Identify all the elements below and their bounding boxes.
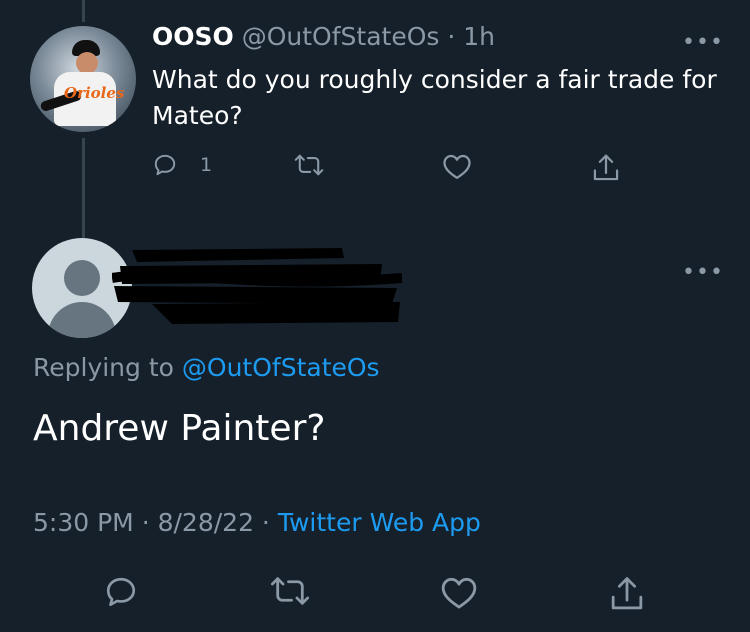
reply-button[interactable]	[103, 574, 139, 610]
separator: ·	[141, 508, 150, 537]
share-button[interactable]	[592, 152, 620, 184]
more-options-icon[interactable]: •••	[682, 30, 724, 55]
tweet-header: OOSO @OutOfStateOs · 1h	[152, 22, 495, 51]
handle[interactable]: @OutOfStateOs	[242, 22, 440, 51]
tweet-time[interactable]: 5:30 PM	[33, 508, 134, 537]
display-name[interactable]: OOSO	[152, 22, 234, 51]
heart-icon	[443, 154, 471, 179]
avatar-body-shape	[48, 302, 116, 338]
redaction-scribble	[112, 248, 402, 324]
tweet-text: Andrew Painter?	[33, 408, 326, 449]
avatar-head-shape	[64, 260, 100, 296]
more-options-icon[interactable]: •••	[682, 260, 724, 285]
share-icon	[611, 577, 643, 610]
tweet-date[interactable]: 8/28/22	[158, 508, 254, 537]
retweet-icon	[294, 154, 324, 176]
reply-icon	[106, 577, 136, 607]
tweet-metadata: 5:30 PM · 8/28/22 · Twitter Web App	[33, 508, 481, 537]
separator: ·	[447, 22, 456, 51]
share-icon	[593, 154, 619, 181]
replying-prefix: Replying to	[33, 353, 174, 382]
replying-to: Replying to @OutOfStateOs	[33, 353, 380, 382]
heart-icon	[441, 577, 477, 609]
avatar[interactable]: Orioles	[30, 26, 136, 132]
reply-count: 1	[200, 154, 213, 176]
tweet-actions	[0, 574, 750, 618]
tweet-text: What do you roughly consider a fair trad…	[152, 65, 717, 130]
like-button[interactable]	[440, 574, 478, 610]
replying-handle-link[interactable]: @OutOfStateOs	[182, 353, 380, 382]
source-app-link[interactable]: Twitter Web App	[278, 508, 481, 537]
face-shape	[76, 52, 98, 74]
tweet-actions: 1	[152, 152, 632, 186]
separator: ·	[261, 508, 270, 537]
retweet-icon	[270, 577, 310, 605]
reply-button[interactable]: 1	[152, 152, 212, 178]
thread-line-top	[82, 0, 85, 22]
timestamp[interactable]: 1h	[463, 22, 495, 51]
thread-line	[82, 138, 85, 238]
reply-icon	[154, 154, 176, 176]
retweet-button[interactable]	[270, 574, 310, 608]
share-button[interactable]	[610, 574, 644, 614]
retweet-button[interactable]	[294, 152, 324, 178]
like-button[interactable]	[442, 152, 472, 180]
jersey-script: Orioles	[64, 84, 125, 102]
